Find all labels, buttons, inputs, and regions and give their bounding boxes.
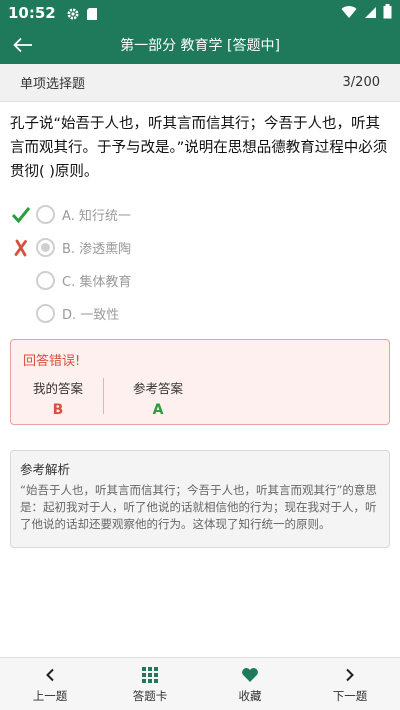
nav-label: 收藏 xyxy=(238,688,262,703)
option-d[interactable]: D. 一致性 xyxy=(8,297,388,330)
battery-icon xyxy=(383,3,392,23)
reference-answer-label: 参考答案 xyxy=(132,381,183,396)
chevron-right-icon xyxy=(345,665,355,685)
option-label: C. 集体教育 xyxy=(62,275,132,290)
back-button[interactable] xyxy=(0,26,46,64)
radio-button-selected[interactable] xyxy=(36,238,55,257)
chevron-left-icon xyxy=(45,665,55,685)
cross-icon xyxy=(8,235,34,261)
app-bar: 第一部分 教育学 [答题中] xyxy=(0,26,400,64)
status-bar: 10:52 xyxy=(0,0,400,26)
answer-result-box: 回答错误! 我的答案 B 参考答案 A xyxy=(10,339,390,425)
next-question-button[interactable]: 下一题 xyxy=(300,658,400,710)
page-title: 第一部分 教育学 [答题中] xyxy=(120,38,280,54)
radio-button[interactable] xyxy=(36,271,55,290)
question-info-bar: 单项选择题 3/200 xyxy=(0,64,400,102)
heart-icon xyxy=(241,665,259,685)
question-text: 孔子说“始吾于人也，听其言而信其行；今吾于人也，听其言而观其行。于予与改是。”说… xyxy=(10,116,388,180)
sd-card-icon xyxy=(86,6,100,20)
question-type: 单项选择题 xyxy=(20,77,86,92)
reference-answer-value: A xyxy=(152,402,164,418)
bottom-nav: 上一题 答题卡 收藏 下一题 xyxy=(0,657,400,710)
reference-answer: 参考答案 A xyxy=(113,378,203,418)
grid-icon xyxy=(142,665,158,685)
signal-icon xyxy=(363,4,377,23)
radio-button[interactable] xyxy=(36,304,55,323)
option-c[interactable]: C. 集体教育 xyxy=(8,264,388,297)
my-answer: 我的答案 B xyxy=(13,378,103,418)
option-label: B. 渗透熏陶 xyxy=(62,242,132,257)
nav-label: 上一题 xyxy=(32,688,68,703)
my-answer-value: B xyxy=(52,402,64,418)
question-progress: 3/200 xyxy=(342,75,380,90)
analysis-box: 参考解析 “始吾于人也，听其言而信其行；今吾于人也，听其言而观其行”的意思是：起… xyxy=(10,450,390,548)
prev-question-button[interactable]: 上一题 xyxy=(0,658,100,710)
check-icon xyxy=(8,202,34,228)
nav-label: 答题卡 xyxy=(132,688,168,703)
option-label: D. 一致性 xyxy=(62,308,120,323)
option-a[interactable]: A. 知行统一 xyxy=(8,198,388,231)
gear-icon xyxy=(66,6,80,20)
option-b[interactable]: B. 渗透熏陶 xyxy=(8,231,388,264)
wifi-icon xyxy=(341,4,357,23)
analysis-text: “始吾于人也，听其言而信其行；今吾于人也，听其言而观其行”的意思是：起初我对于人… xyxy=(20,483,377,531)
answer-options: A. 知行统一 B. 渗透熏陶 C. 集体教育 D. 一致性 xyxy=(8,198,388,330)
my-answer-label: 我的答案 xyxy=(32,381,83,396)
favorite-button[interactable]: 收藏 xyxy=(200,658,300,710)
result-title: 回答错误! xyxy=(23,354,81,369)
radio-button[interactable] xyxy=(36,205,55,224)
nav-label: 下一题 xyxy=(332,688,368,703)
arrow-left-icon xyxy=(13,37,32,53)
status-time: 10:52 xyxy=(8,4,56,22)
answer-card-button[interactable]: 答题卡 xyxy=(100,658,200,710)
analysis-title: 参考解析 xyxy=(20,462,71,477)
result-divider xyxy=(103,378,104,414)
option-label: A. 知行统一 xyxy=(62,209,131,224)
